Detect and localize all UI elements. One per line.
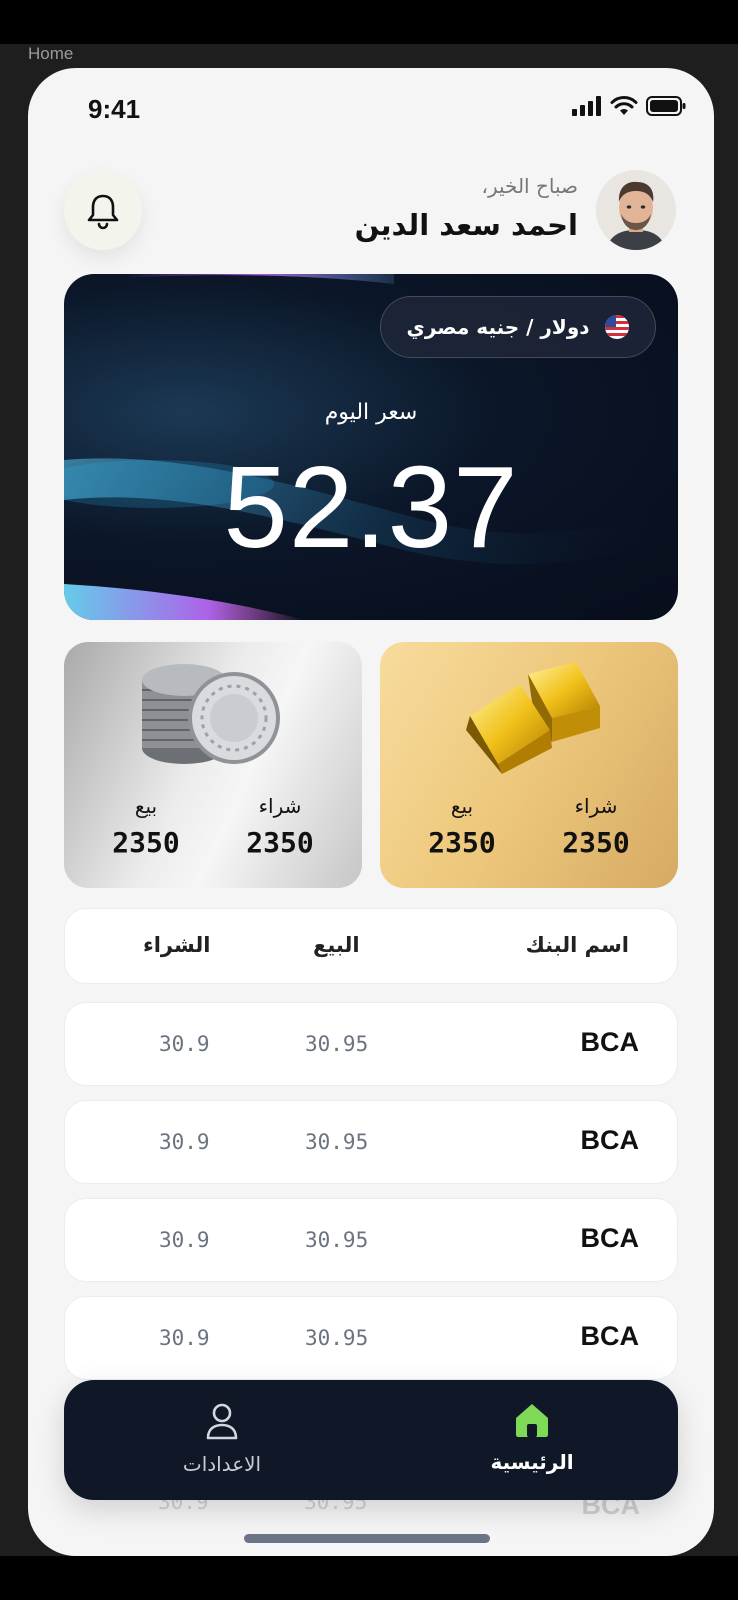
sell-rate: 30.95 <box>305 1326 369 1350</box>
bank-name: BCA <box>580 1321 640 1351</box>
phone-screen: 9:41 صباح الخير، احمد سعد الدين دولار / … <box>28 68 714 1556</box>
silver-buy-column: شراء 2350 <box>210 794 350 859</box>
user-icon <box>206 1403 238 1440</box>
table-row[interactable]: BCA 30.95 30.9 <box>64 1100 678 1184</box>
status-time: 9:41 <box>88 94 141 124</box>
nav-settings[interactable]: الاعدادات <box>122 1402 322 1476</box>
today-price-label: سعر اليوم <box>324 400 418 425</box>
bank-name: BCA <box>580 1223 640 1253</box>
greeting-text: صباح الخير، <box>481 174 578 198</box>
buy-rate: 30.9 <box>159 1326 210 1350</box>
gold-bars-image <box>466 662 600 774</box>
frame-label: Home <box>28 44 74 63</box>
buy-rate: 30.9 <box>159 1130 210 1154</box>
table-row[interactable]: BCA 30.95 30.9 <box>64 1002 678 1086</box>
silver-buy-label: شراء <box>258 794 302 818</box>
sell-rate: 30.95 <box>305 1032 369 1056</box>
notifications-button[interactable] <box>64 172 142 250</box>
avatar[interactable] <box>596 170 676 250</box>
bank-table-header: اسم البنك البيع الشراء <box>64 908 678 984</box>
signal-icon <box>572 96 601 116</box>
silver-price-card[interactable]: شراء 2350 بيع 2350 <box>64 642 362 888</box>
us-flag-icon <box>604 315 629 339</box>
currency-pair-label: دولار / جنيه مصري <box>406 315 590 339</box>
home-icon <box>516 1404 548 1437</box>
gold-buy-value: 2350 <box>562 826 630 859</box>
silver-sell-column: بيع 2350 <box>76 794 216 859</box>
status-icons <box>572 96 686 116</box>
gold-sell-column: بيع 2350 <box>392 794 532 859</box>
silver-sell-value: 2350 <box>112 826 180 859</box>
user-name: احمد سعد الدين <box>354 208 578 242</box>
table-row[interactable]: BCA 30.95 30.9 <box>64 1198 678 1282</box>
silver-coins-image <box>142 664 280 764</box>
header-sell: البيع <box>313 933 360 957</box>
header-bank-name: اسم البنك <box>525 933 629 957</box>
gold-buy-column: شراء 2350 <box>526 794 666 859</box>
exchange-rate-value: 52.37 <box>223 442 519 572</box>
gold-sell-label: بيع <box>450 794 474 818</box>
silver-buy-value: 2350 <box>246 826 314 859</box>
avatar-image <box>596 170 676 250</box>
exchange-rate-card: دولار / جنيه مصري سعر اليوم 52.37 <box>64 274 678 620</box>
nav-home-label: الرئيسية <box>490 1450 574 1474</box>
currency-pair-selector[interactable]: دولار / جنيه مصري <box>380 296 656 358</box>
home-indicator[interactable] <box>244 1534 490 1543</box>
sell-rate: 30.95 <box>305 1130 369 1154</box>
bank-name: BCA <box>580 1125 640 1155</box>
buy-rate: 30.9 <box>159 1228 210 1252</box>
nav-settings-label: الاعدادات <box>182 1452 262 1476</box>
battery-icon <box>646 96 686 116</box>
silver-sell-label: بيع <box>134 794 158 818</box>
gold-price-card[interactable]: شراء 2350 بيع 2350 <box>380 642 678 888</box>
sell-rate: 30.95 <box>305 1228 369 1252</box>
nav-home[interactable]: الرئيسية <box>432 1402 632 1474</box>
bank-name: BCA <box>580 1027 640 1057</box>
bell-icon <box>87 194 119 230</box>
bottom-navigation: الرئيسية الاعدادات <box>64 1380 678 1500</box>
table-row[interactable]: BCA 30.95 30.9 <box>64 1296 678 1380</box>
gold-buy-label: شراء <box>574 794 618 818</box>
buy-rate: 30.9 <box>159 1032 210 1056</box>
header-buy: الشراء <box>143 933 211 957</box>
wifi-icon <box>610 96 638 115</box>
gold-sell-value: 2350 <box>428 826 496 859</box>
